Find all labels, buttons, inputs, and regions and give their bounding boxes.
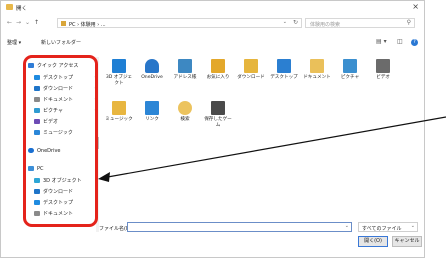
file-label: デスクトップ (270, 75, 298, 80)
file-label: リンク (145, 117, 159, 122)
open-button[interactable]: 開く(O) (358, 236, 388, 247)
file-item-links[interactable]: リンク (137, 101, 167, 123)
chevron-down-icon[interactable]: ⌄ (283, 19, 287, 25)
refresh-icon[interactable]: ↻ (293, 19, 298, 26)
document-folder-icon (310, 59, 324, 73)
file-item-3d-objects[interactable]: 3D オブジェクト (104, 59, 134, 87)
dialog-footer: ファイル名(N): ⌄ すべてのファイル ⌄ 開く(O) キャンセル (1, 221, 424, 259)
file-label: OneDrive (141, 75, 163, 80)
up-arrow-icon[interactable]: ↑ (34, 19, 39, 26)
file-item-documents[interactable]: ドキュメント (302, 59, 332, 81)
file-label: ドキュメント (303, 75, 331, 80)
cancel-button[interactable]: キャンセル (392, 236, 422, 247)
file-item-saved-games[interactable]: 保存したゲーム (203, 101, 233, 129)
help-icon[interactable]: ? (411, 39, 418, 46)
file-label: ミュージック (105, 117, 133, 122)
open-file-dialog: 開く × ← → ⌄ ↑ PC › 体験用 › ... ⌄ ↻ 体験用の検索 ⚲… (0, 0, 425, 258)
desktop-folder-icon (277, 59, 291, 73)
file-item-searches[interactable]: 検索 (170, 101, 200, 123)
preview-pane-icon[interactable]: ◫ (397, 38, 403, 45)
file-label: 保存したゲーム (204, 117, 232, 128)
file-label: ピクチャ (340, 75, 360, 80)
path-field[interactable]: PC › 体験用 › ... ⌄ ↻ (57, 18, 302, 28)
file-item-contacts[interactable]: アドレス帳 (170, 59, 200, 81)
address-bar: ← → ⌄ ↑ PC › 体験用 › ... ⌄ ↻ 体験用の検索 ⚲ (1, 17, 424, 30)
close-icon[interactable]: × (412, 2, 419, 11)
organize-button[interactable]: 整理 ▾ (7, 39, 21, 46)
star-folder-icon (211, 59, 225, 73)
folder-icon (61, 21, 66, 26)
path-text: PC › 体験用 › ... (69, 21, 106, 28)
download-folder-icon (244, 59, 258, 73)
file-item-pictures[interactable]: ピクチャ (335, 59, 365, 81)
search-icon: ⚲ (406, 19, 411, 26)
folder-icon (6, 4, 13, 10)
contacts-folder-icon (178, 59, 192, 73)
view-options-icon[interactable]: ▤ ▾ (376, 38, 387, 45)
file-label: 検索 (180, 117, 190, 122)
link-folder-icon (145, 101, 159, 115)
recent-locations-icon[interactable]: ⌄ (25, 19, 30, 26)
music-folder-icon (112, 101, 126, 115)
file-item-favorites[interactable]: お気に入り (203, 59, 233, 81)
search-input[interactable]: 体験用の検索 ⚲ (305, 18, 415, 28)
title-bar: 開く × (1, 1, 424, 15)
video-folder-icon (376, 59, 390, 73)
window-title: 開く (16, 6, 28, 12)
file-item-downloads[interactable]: ダウンロード (236, 59, 266, 81)
file-item-music[interactable]: ミュージック (104, 101, 134, 123)
back-arrow-icon[interactable]: ← (7, 19, 12, 26)
game-folder-icon (211, 101, 225, 115)
file-label: お気に入り (206, 75, 230, 80)
file-label: 3D オブジェクト (105, 75, 133, 86)
forward-arrow-icon[interactable]: → (16, 19, 21, 26)
chevron-down-icon[interactable]: ⌄ (345, 223, 349, 229)
red-highlight-frame (23, 55, 98, 227)
search-placeholder: 体験用の検索 (310, 21, 341, 28)
picture-folder-icon (343, 59, 357, 73)
cube-folder-icon (112, 59, 126, 73)
filename-input[interactable]: ⌄ (127, 222, 352, 232)
chevron-down-icon: ⌄ (410, 223, 415, 229)
file-type-value: すべてのファイル (362, 225, 402, 232)
file-item-videos[interactable]: ビデオ (368, 59, 398, 81)
file-type-select[interactable]: すべてのファイル ⌄ (358, 222, 418, 232)
file-label: ビデオ (376, 75, 390, 80)
new-folder-button[interactable]: 新しいフォルダー (41, 39, 81, 46)
file-label: ダウンロード (237, 75, 265, 80)
search-folder-icon (178, 101, 192, 115)
file-label: アドレス帳 (173, 75, 197, 80)
cloud-folder-icon (145, 59, 159, 73)
command-bar: 整理 ▾ 新しいフォルダー ▤ ▾ ◫ ? (1, 38, 424, 48)
file-item-desktop[interactable]: デスクトップ (269, 59, 299, 81)
file-item-onedrive[interactable]: OneDrive (137, 59, 167, 81)
